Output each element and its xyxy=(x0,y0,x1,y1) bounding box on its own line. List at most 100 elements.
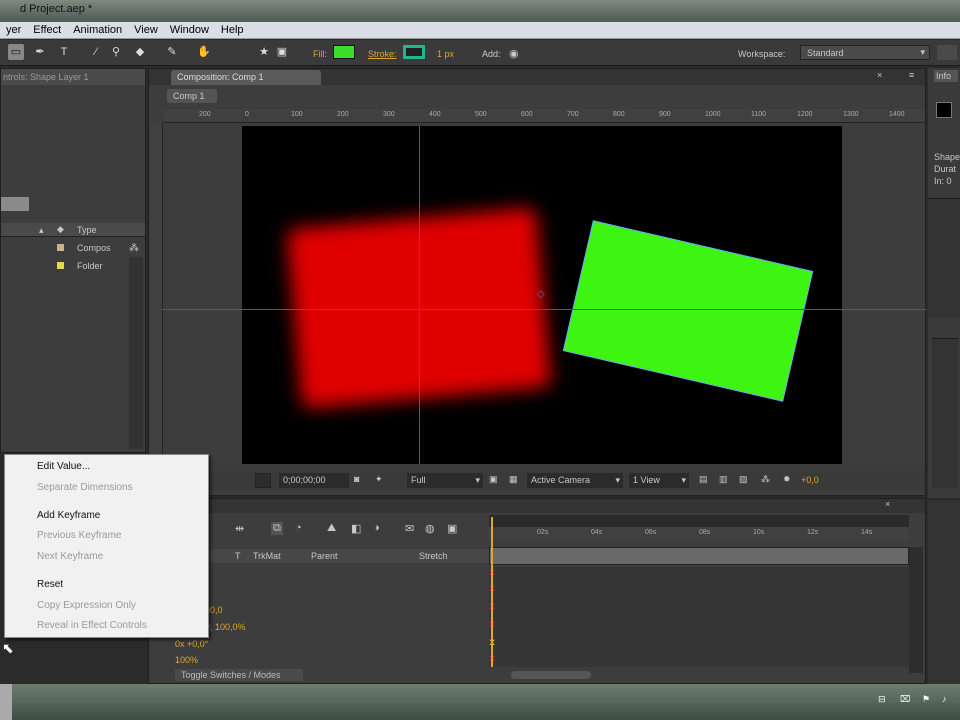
rectangle-tool-icon[interactable]: ▭ xyxy=(8,44,24,60)
timeline-icon[interactable]: ▨ xyxy=(739,474,748,485)
roi-icon[interactable]: ▣ xyxy=(489,474,498,485)
menu-layer[interactable]: yer xyxy=(0,22,27,36)
menu-window[interactable]: Window xyxy=(164,22,215,36)
menu-view[interactable]: View xyxy=(128,22,164,36)
sort-up-icon[interactable]: ▴ xyxy=(39,225,44,236)
sub-tab-label: Comp 1 xyxy=(173,91,205,101)
green-shape-layer[interactable] xyxy=(562,220,814,402)
property-value[interactable]: 0x +0,0° xyxy=(175,639,208,649)
tab-label: Composition: Comp 1 xyxy=(177,72,264,82)
context-menu: Edit Value... Separate Dimensions Add Ke… xyxy=(4,454,209,638)
work-area-icon[interactable]: ⇹ xyxy=(235,522,244,535)
guide-vertical[interactable] xyxy=(419,126,420,464)
puppet-tool-icon[interactable]: ✋ xyxy=(196,44,212,60)
menu-animation[interactable]: Animation xyxy=(67,22,128,36)
search-help-icon[interactable] xyxy=(937,45,957,60)
toggle-switches-modes-button[interactable]: Toggle Switches / Modes xyxy=(175,669,303,681)
fill-swatch[interactable] xyxy=(333,45,355,59)
work-area-bar[interactable] xyxy=(489,515,909,527)
draft-3d-icon[interactable]: ◔ xyxy=(295,522,302,534)
tab-composition[interactable]: Composition: Comp 1 xyxy=(171,70,321,85)
close-icon[interactable]: × xyxy=(885,499,890,509)
tray-network-icon[interactable]: ⊟ xyxy=(878,694,886,705)
panel-menu-icon[interactable]: ≡ xyxy=(909,70,914,80)
tray-sound-icon[interactable]: ♪ xyxy=(942,694,947,704)
exposure-value[interactable]: +0,0 xyxy=(801,475,819,485)
camera-snapshot-icon[interactable]: ◙ xyxy=(354,474,359,484)
anchor-point-icon[interactable]: ◇ xyxy=(537,289,545,300)
region-icon[interactable] xyxy=(255,473,271,488)
list-item[interactable]: Compos xyxy=(1,241,127,257)
tray-device-icon[interactable]: ⌧ xyxy=(900,694,910,705)
shy-icon[interactable]: ⛰ xyxy=(327,522,336,535)
flowchart-icon[interactable]: ⁂ xyxy=(129,243,139,254)
brush-tool-icon[interactable]: ⁄ xyxy=(88,44,104,60)
comp-flowchart-icon[interactable]: ⧉ xyxy=(271,522,283,535)
views-dropdown[interactable]: 1 View ▾ xyxy=(629,473,689,488)
graph-editor-icon[interactable]: ◍ xyxy=(425,522,435,535)
current-time-indicator[interactable] xyxy=(491,517,493,667)
menu-item-next-keyframe[interactable]: Next Keyframe xyxy=(37,551,103,562)
comp-sub-tab[interactable]: Comp 1 xyxy=(167,89,217,103)
menu-item-copy-expression[interactable]: Copy Expression Only xyxy=(37,600,136,611)
frame-blend-icon[interactable]: ◧ xyxy=(351,522,361,535)
info-tab[interactable]: Info xyxy=(934,70,958,82)
search-field[interactable] xyxy=(1,197,29,211)
ruler-tick: 0 xyxy=(245,111,249,118)
menu-effect[interactable]: Effect xyxy=(27,22,67,36)
timeline-switches: ⇹ ⧉ ◔ ⛰ ◧ ◑ ✉ ◍ ▣ xyxy=(235,519,475,541)
ruler-tick: 500 xyxy=(475,111,487,118)
text-tool-icon[interactable]: T xyxy=(56,44,72,60)
camera-icon[interactable]: ▣ xyxy=(447,522,457,535)
add-circle-icon[interactable]: ◉ xyxy=(509,47,519,60)
transparency-grid-icon[interactable]: ▦ xyxy=(509,474,518,485)
pen-tool-icon[interactable]: ✒ xyxy=(32,44,48,60)
flowchart-icon[interactable]: ⁂ xyxy=(761,474,770,485)
menu-item-separate-dimensions[interactable]: Separate Dimensions xyxy=(37,482,133,493)
keyframe-area[interactable]: ⧗ ⧗ ⧗ ⧗ ⧗ ⧗ xyxy=(489,567,909,667)
clone-tool-icon[interactable]: ⚲ xyxy=(108,44,124,60)
list-item[interactable]: Folder xyxy=(1,259,127,275)
scrollbar[interactable] xyxy=(129,257,143,449)
menu-item-reveal-effect-controls[interactable]: Reveal in Effect Controls xyxy=(37,620,147,631)
type-column[interactable]: Type xyxy=(77,225,97,235)
stroke-width-value[interactable]: 1 px xyxy=(437,49,454,59)
brainstorm-icon[interactable]: ✉ xyxy=(405,522,414,535)
toggle-label: Toggle Switches / Modes xyxy=(181,670,281,680)
motion-blur-icon[interactable]: ◑ xyxy=(373,522,380,534)
exposure-icon[interactable]: ✸ xyxy=(783,474,791,485)
workspace-dropdown[interactable]: Standard ▾ xyxy=(800,45,930,60)
ruler-tick: 100 xyxy=(291,111,303,118)
close-icon[interactable]: × xyxy=(877,70,882,80)
zoom-slider[interactable] xyxy=(511,671,591,679)
color-channels-icon[interactable]: ✦ xyxy=(375,474,383,485)
ruler-tick: 1400 xyxy=(889,111,905,118)
composition-canvas[interactable]: ◇ xyxy=(242,126,842,464)
property-value[interactable]: 0, 100,0% xyxy=(205,622,246,632)
start-button[interactable] xyxy=(0,684,12,720)
camera-dropdown[interactable]: Active Camera ▾ xyxy=(527,473,623,488)
resolution-dropdown[interactable]: Full ▾ xyxy=(407,473,483,488)
time-ruler[interactable]: 02s 04s 06s 08s 10s 12s 14s xyxy=(489,527,909,541)
layer-duration-bar[interactable] xyxy=(489,547,909,565)
tray-flag-icon[interactable]: ⚑ xyxy=(922,694,930,705)
menu-item-add-keyframe[interactable]: Add Keyframe xyxy=(37,510,100,521)
menu-item-reset[interactable]: Reset xyxy=(37,579,63,590)
roto-tool-icon[interactable]: ✎ xyxy=(164,44,180,60)
star-tool-icon[interactable]: ★ xyxy=(256,44,272,60)
timecode-field[interactable]: 0;00;00;00 xyxy=(279,473,349,488)
mask-tool-icon[interactable]: ▣ xyxy=(274,44,290,60)
fast-preview-icon[interactable]: ▥ xyxy=(719,474,728,485)
col-parent: Parent xyxy=(311,551,338,561)
menu-help[interactable]: Help xyxy=(215,22,250,36)
stroke-swatch[interactable] xyxy=(403,45,425,59)
property-value[interactable]: 100% xyxy=(175,655,198,665)
toggle-pixel-icon[interactable]: ▤ xyxy=(699,474,708,485)
eraser-tool-icon[interactable]: ◆ xyxy=(132,44,148,60)
effect-controls-tab[interactable]: ntrols: Shape Layer 1 xyxy=(1,69,145,85)
scrollbar[interactable] xyxy=(909,547,923,673)
horizontal-ruler: 200 0 100 200 300 400 500 600 700 800 900 1000 1100 1… xyxy=(163,109,925,123)
menu-item-edit-value[interactable]: Edit Value... xyxy=(37,461,90,472)
menu-item-previous-keyframe[interactable]: Previous Keyframe xyxy=(37,530,121,541)
chevron-down-icon: ▾ xyxy=(681,475,686,485)
